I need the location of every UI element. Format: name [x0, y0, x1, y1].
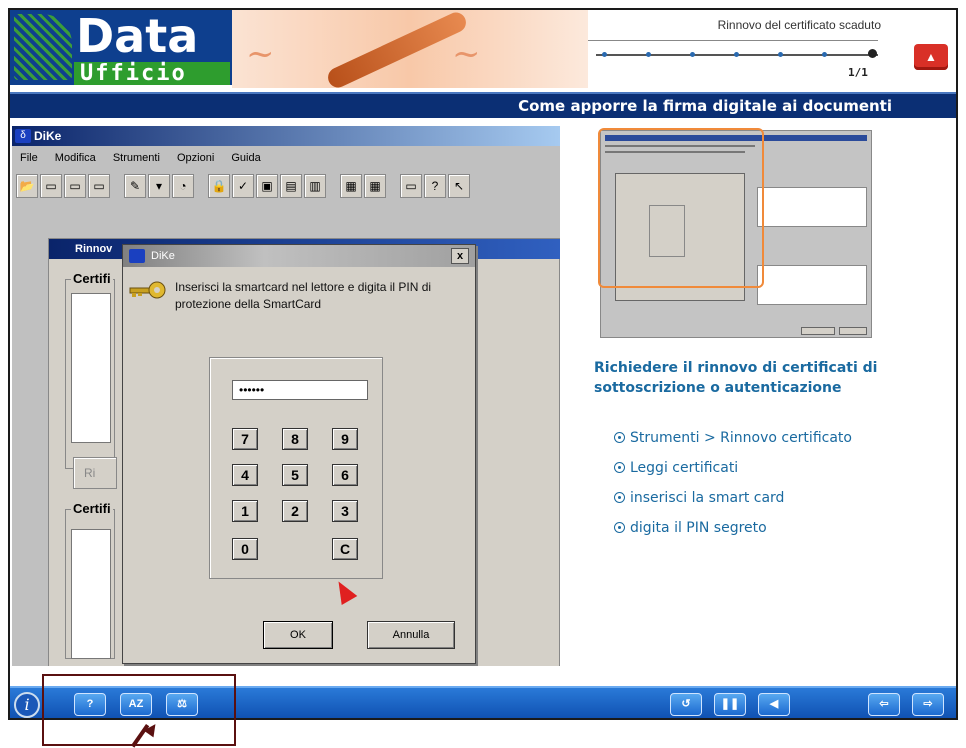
- divider: [588, 40, 878, 41]
- progress-dot: [646, 52, 651, 57]
- menu-strumenti[interactable]: Strumenti: [113, 152, 160, 164]
- menu-opzioni[interactable]: Opzioni: [177, 152, 214, 164]
- presentation-frame: Data Ufficio ~ ~ Rinnovo del certificato…: [8, 8, 958, 720]
- eject-icon: ▲: [925, 50, 937, 64]
- forward-icon[interactable]: ⇨: [912, 693, 944, 716]
- close-button[interactable]: ▲: [914, 44, 948, 70]
- new-icon[interactable]: ▭: [40, 174, 62, 198]
- audio-icon[interactable]: ◀: [758, 693, 790, 716]
- progress-dot: [602, 52, 607, 57]
- open-icon[interactable]: 📂: [16, 174, 38, 198]
- monitor-icon[interactable]: ▭: [400, 174, 422, 198]
- bullet-icon: [614, 432, 625, 443]
- thumbnail-highlight: [598, 128, 764, 288]
- key-1[interactable]: 1: [232, 500, 258, 522]
- timestamp-icon[interactable]: ◔: [172, 174, 194, 198]
- verify-icon[interactable]: ✓: [232, 174, 254, 198]
- dialog-message: Inserisci la smartcard nel lettore e dig…: [175, 280, 432, 311]
- export-icon[interactable]: ▤: [280, 174, 302, 198]
- menu-bar: File Modifica Strumenti Opzioni Guida: [12, 148, 560, 168]
- replay-icon[interactable]: ↺: [670, 693, 702, 716]
- back-icon[interactable]: ⇦: [868, 693, 900, 716]
- certificates-list-2[interactable]: [71, 529, 111, 659]
- certificates-list[interactable]: [71, 293, 111, 443]
- key-9[interactable]: 9: [332, 428, 358, 450]
- window2-icon[interactable]: ▦: [364, 174, 386, 198]
- save-icon[interactable]: ▭: [64, 174, 86, 198]
- ok-button[interactable]: OK: [263, 621, 333, 649]
- dialog-close-button[interactable]: x: [451, 248, 469, 264]
- step-item: Strumenti > Rinnovo certificato: [614, 430, 852, 446]
- menu-guida[interactable]: Guida: [231, 152, 260, 164]
- pin-dialog: DiKe x Inserisci la smartcard nel lettor…: [122, 244, 476, 664]
- brand-line2: Ufficio: [74, 62, 230, 85]
- dike-screenshot: DiKe δ File Modifica Strumenti Opzioni G…: [12, 126, 560, 666]
- globe-icon: [14, 14, 72, 80]
- scribble-decoration: ~: [452, 34, 481, 74]
- progress-area: Rinnovo del certificato scaduto 1/1: [588, 10, 888, 88]
- progress-title: Rinnovo del certificato scaduto: [717, 18, 881, 32]
- header-decoration: ~ ~: [232, 10, 588, 88]
- key-0[interactable]: 0: [232, 538, 258, 560]
- section-title: Come apporre la firma digitale ai docume…: [518, 97, 892, 115]
- key-8[interactable]: 8: [282, 428, 308, 450]
- dike-logo-icon: [129, 249, 145, 263]
- certificates-group-label: Certifi: [71, 271, 113, 286]
- print-icon[interactable]: ▭: [88, 174, 110, 198]
- menu-file[interactable]: File: [20, 152, 38, 164]
- toolbar: 📂 ▭ ▭ ▭ ✎ ▾ ◔ 🔒 ✓ ▣ ▤ ▥ ▦ ▦ ▭ ? ↖: [16, 174, 536, 202]
- step-item: inserisci la smart card: [614, 490, 784, 506]
- renew-button[interactable]: Ri: [73, 457, 117, 489]
- brand-line1: Data: [76, 9, 199, 63]
- bullet-icon: [614, 522, 625, 533]
- progress-knob[interactable]: [868, 49, 877, 58]
- progress-dot: [778, 52, 783, 57]
- lock-icon[interactable]: 🔒: [208, 174, 230, 198]
- info-icon[interactable]: i: [14, 692, 40, 718]
- dike-logo-icon: δ: [15, 129, 31, 143]
- bullet-icon: [614, 462, 625, 473]
- progress-dot: [822, 52, 827, 57]
- menu-modifica[interactable]: Modifica: [55, 152, 96, 164]
- progress-dot: [690, 52, 695, 57]
- pin-input[interactable]: ••••••: [232, 380, 368, 400]
- sign-icon[interactable]: ✎: [124, 174, 146, 198]
- key-6[interactable]: 6: [332, 464, 358, 486]
- window-icon[interactable]: ▦: [340, 174, 362, 198]
- key-clear[interactable]: C: [332, 538, 358, 560]
- bullet-icon: [614, 492, 625, 503]
- key-4[interactable]: 4: [232, 464, 258, 486]
- key-7[interactable]: 7: [232, 428, 258, 450]
- mouse-pointer-icon: [330, 576, 358, 606]
- context-help-icon[interactable]: ↖: [448, 174, 470, 198]
- step-item: Leggi certificati: [614, 460, 738, 476]
- help-icon[interactable]: ?: [424, 174, 446, 198]
- certificates-group-2-label: Certifi: [71, 501, 113, 516]
- dike-titlebar: DiKe: [12, 126, 560, 146]
- step-item: digita il PIN segreto: [614, 520, 767, 536]
- header: Data Ufficio ~ ~ Rinnovo del certificato…: [10, 10, 956, 90]
- pin-pad: •••••• 7 8 9 4 5 6 1 2 3 0 C: [209, 357, 383, 579]
- progress-dot: [734, 52, 739, 57]
- pen-image: [324, 10, 470, 88]
- key-2[interactable]: 2: [282, 500, 308, 522]
- step-title: Richiedere il rinnovo di certificati di …: [594, 360, 878, 396]
- card-icon[interactable]: ▣: [256, 174, 278, 198]
- cancel-button[interactable]: Annulla: [367, 621, 455, 649]
- progress-count: 1/1: [848, 66, 868, 79]
- key-3[interactable]: 3: [332, 500, 358, 522]
- scribble-decoration: ~: [246, 34, 275, 74]
- pin-dialog-title: DiKe: [123, 245, 475, 267]
- section-bar: Come apporre la firma digitale ai docume…: [10, 92, 956, 118]
- key-icon: [129, 281, 166, 299]
- key-5[interactable]: 5: [282, 464, 308, 486]
- brand-logo: Data Ufficio: [10, 10, 232, 85]
- cert-icon[interactable]: ▥: [304, 174, 326, 198]
- pause-icon[interactable]: ❚❚: [714, 693, 746, 716]
- dropdown-icon[interactable]: ▾: [148, 174, 170, 198]
